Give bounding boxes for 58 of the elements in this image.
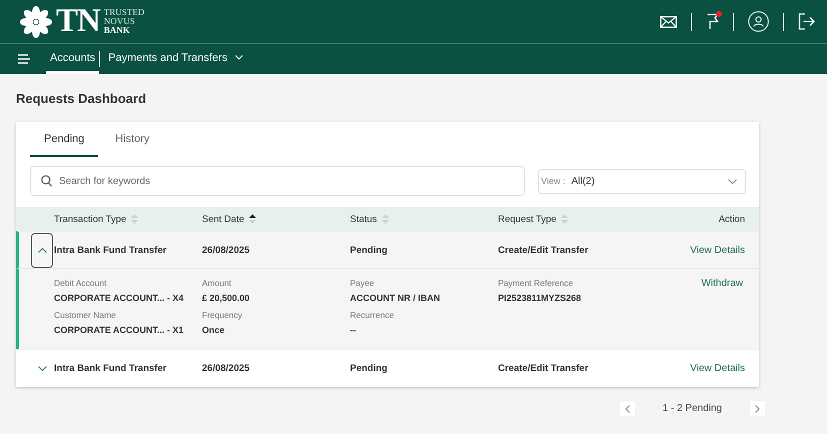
detail-value: CORPORATE ACCOUNT... - X1: [54, 325, 185, 335]
next-page-button[interactable]: [750, 401, 765, 416]
detail-value: ACCOUNT NR / IBAN: [350, 293, 441, 303]
expand-toggle[interactable]: [31, 232, 53, 268]
detail-value: Once: [202, 325, 226, 335]
previous-page-button[interactable]: [620, 401, 634, 416]
withdraw-link[interactable]: Withdraw: [701, 278, 743, 289]
chevron-right-icon: [755, 404, 760, 412]
user-icon[interactable]: [748, 11, 769, 32]
view-details-link[interactable]: View Details: [690, 244, 745, 256]
table-cell-text: Create/Edit Transfer: [498, 363, 590, 374]
column-header: Action: [718, 214, 745, 224]
table-cell-text: Intra Bank Fund Transfer: [54, 244, 168, 256]
detail-label: Amount: [202, 278, 232, 288]
table-cell-text: Pending: [350, 363, 388, 374]
chevron-down-icon: [38, 366, 46, 371]
chevron-down-icon: [728, 178, 737, 184]
table-cell-text: Create/Edit Transfer: [498, 244, 590, 256]
view-dropdown[interactable]: View : All(2): [538, 168, 746, 194]
detail-label: Recurrence: [350, 310, 395, 320]
logo-tagline: BANK: [104, 26, 131, 35]
table-cell-text: Pending: [350, 244, 388, 256]
column-header[interactable]: Status: [350, 214, 377, 224]
flower-logo-icon: [20, 6, 52, 38]
detail-label: Customer Name: [54, 310, 117, 320]
tab[interactable]: History: [98, 130, 166, 157]
column-header[interactable]: Transaction Type: [54, 214, 126, 224]
detail-value: --: [350, 325, 357, 335]
search-field[interactable]: Search for keywords: [30, 166, 525, 196]
view-details-link[interactable]: View Details: [690, 363, 745, 374]
table-cell-text: 26/08/2025: [202, 244, 251, 256]
detail-label: Frequency: [202, 310, 244, 320]
chevron-left-icon: [624, 404, 630, 412]
tab[interactable]: Pending: [30, 130, 98, 157]
column-header[interactable]: Sent Date: [202, 214, 244, 224]
table-cell-text: 26/08/2025: [202, 363, 251, 374]
logout-icon[interactable]: [798, 13, 815, 30]
chevron-up-icon: [38, 248, 46, 252]
sort-icon[interactable]: [249, 214, 256, 224]
flag-icon[interactable]: [706, 13, 719, 30]
detail-value: £ 20,500.00: [202, 293, 251, 303]
table-cell-text: Intra Bank Fund Transfer: [54, 363, 168, 374]
mail-icon[interactable]: [660, 16, 677, 28]
nav-tab[interactable]: Payments and Transfers: [104, 44, 248, 74]
logo-tagline: NOVUS: [104, 17, 136, 26]
detail-label: Debit Account: [54, 278, 108, 288]
detail-value: PI2523811MYZS268: [498, 293, 582, 303]
nav-tab[interactable]: Accounts: [46, 44, 100, 74]
detail-label: Payment Reference: [498, 278, 574, 288]
pagination-summary: 1 - 2 Pending: [662, 403, 722, 414]
menu-icon[interactable]: [18, 54, 30, 64]
logo-mark: TN: [56, 5, 100, 38]
search-icon: [41, 175, 52, 187]
logo-tagline: TRUSTED: [104, 8, 144, 17]
column-header[interactable]: Request Type: [498, 214, 556, 224]
detail-value: CORPORATE ACCOUNT... - X4: [54, 293, 185, 303]
detail-label: Payee: [350, 278, 376, 288]
page-title: Requests Dashboard: [16, 91, 148, 106]
